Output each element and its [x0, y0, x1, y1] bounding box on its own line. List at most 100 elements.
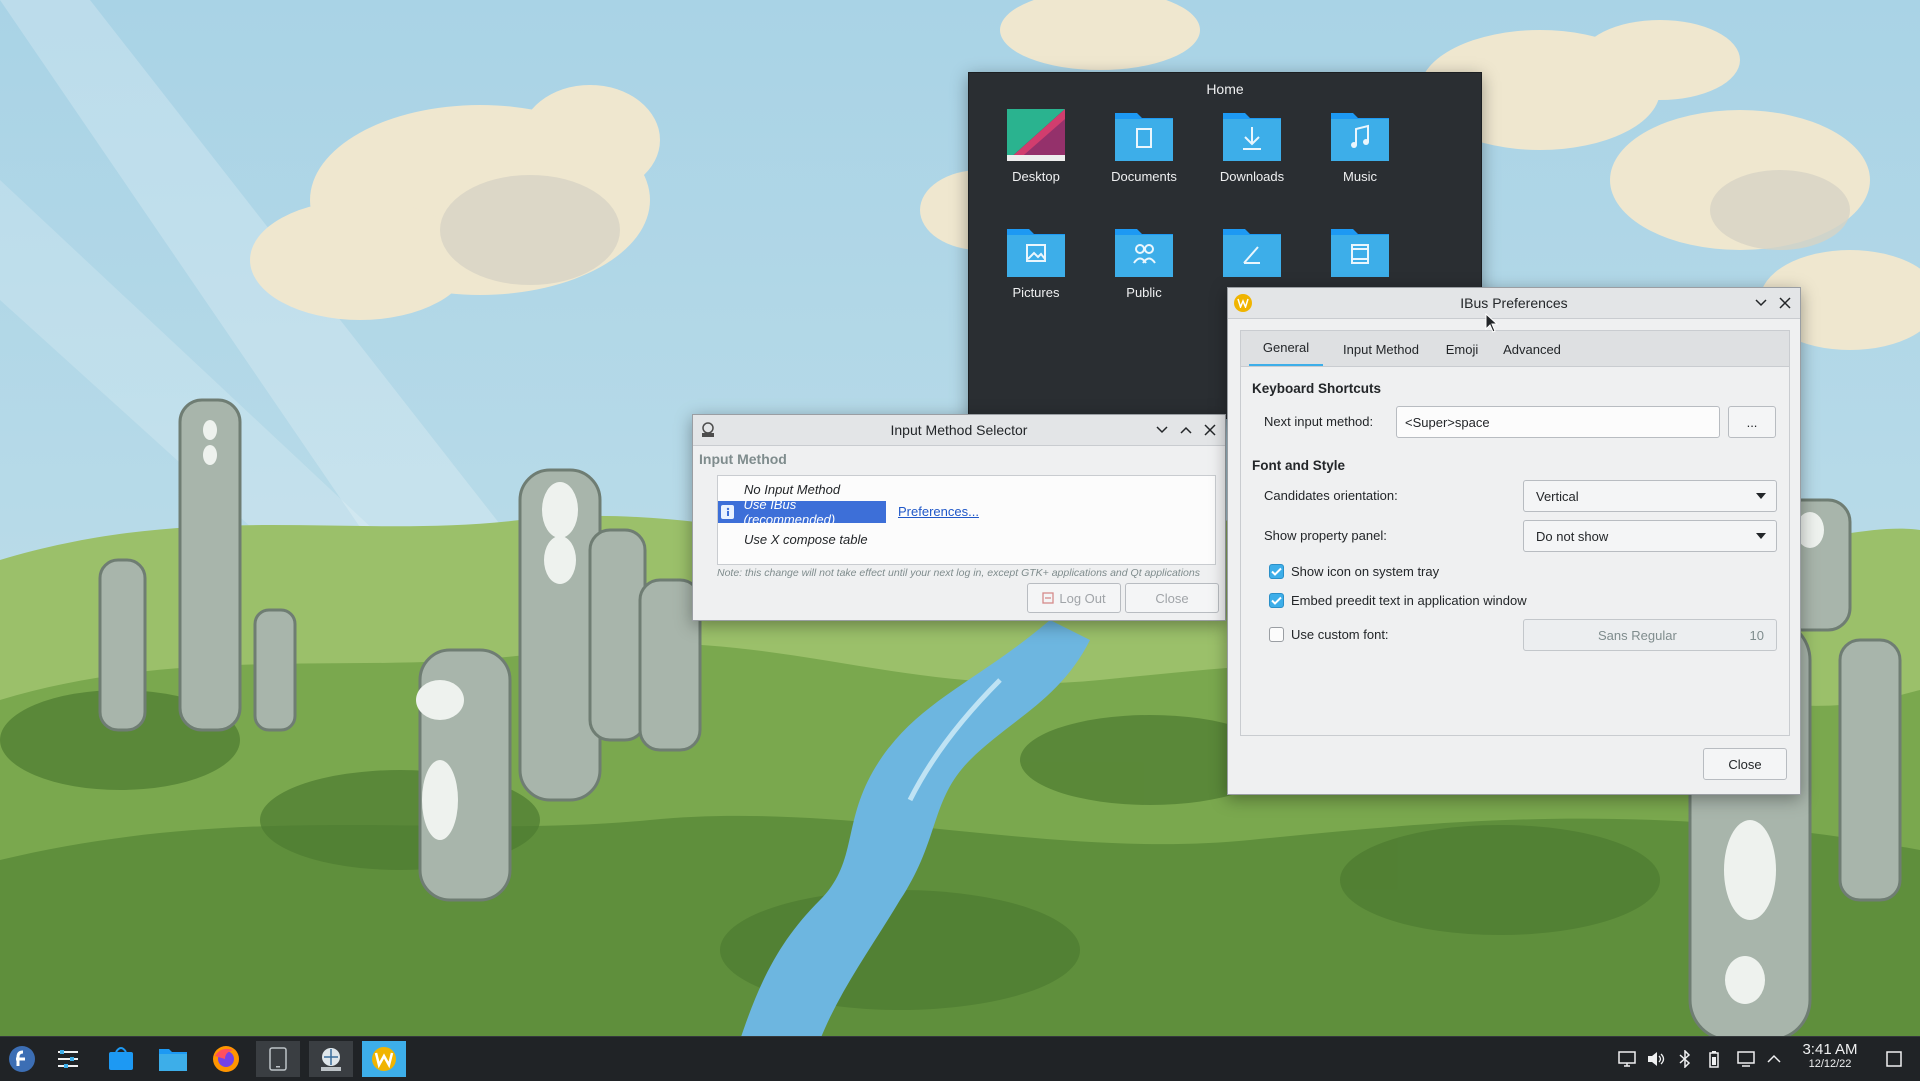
videos-folder-icon	[1331, 225, 1389, 277]
next-input-field[interactable]: <Super>space	[1396, 406, 1720, 438]
font-style-heading: Font and Style	[1252, 458, 1346, 473]
ibus-titlebar[interactable]: IBus Preferences	[1228, 288, 1800, 319]
option-no-input-method[interactable]: No Input Method	[744, 482, 840, 497]
display-tray-button[interactable]	[1617, 1049, 1637, 1069]
close-window-button[interactable]	[1776, 294, 1794, 312]
logout-button[interactable]: Log Out	[1027, 583, 1121, 613]
property-panel-select[interactable]: Do not show	[1523, 520, 1777, 552]
tray-expand-button[interactable]	[1764, 1049, 1784, 1069]
terminal-task-button[interactable]	[256, 1041, 300, 1077]
show-desktop-icon	[1886, 1051, 1902, 1067]
volume-tray-button[interactable]	[1646, 1049, 1666, 1069]
keyboard-shortcuts-heading: Keyboard Shortcuts	[1252, 381, 1382, 396]
show-icon-row[interactable]: Show icon on system tray	[1269, 564, 1439, 579]
folder-label: Desktop	[1012, 169, 1060, 184]
checkmark-icon	[1271, 596, 1282, 605]
show-desktop-button[interactable]	[1884, 1049, 1904, 1069]
preferences-link[interactable]: Preferences...	[898, 504, 979, 519]
templates-folder-icon	[1223, 225, 1281, 277]
close-icon	[1204, 424, 1216, 436]
info-icon	[721, 505, 735, 519]
chevron-up-icon	[1767, 1054, 1781, 1063]
ims-section-label: Input Method	[699, 451, 787, 467]
folder-downloads[interactable]: Downloads	[1198, 109, 1306, 184]
font-chooser-button[interactable]: Sans Regular 10	[1523, 619, 1777, 651]
fedora-icon	[9, 1046, 35, 1072]
close-icon	[1779, 297, 1791, 309]
folder-pictures[interactable]: Pictures	[982, 225, 1090, 300]
folder-documents[interactable]: Documents	[1090, 109, 1198, 184]
ibus-preferences-window: IBus Preferences General Input Method Em…	[1227, 287, 1801, 795]
tab-emoji[interactable]: Emoji	[1437, 331, 1487, 367]
firefox-icon	[213, 1046, 239, 1072]
ibus-app-icon	[1234, 294, 1252, 312]
tab-label: General	[1262, 340, 1310, 355]
browse-shortcut-button[interactable]: ...	[1728, 406, 1776, 438]
input-method-selector-window: Input Method Selector Input Method No In…	[692, 414, 1226, 621]
candidates-orientation-label: Candidates orientation:	[1264, 488, 1398, 503]
desktop-folder-icon	[1007, 109, 1065, 161]
minimize-button[interactable]	[1752, 294, 1770, 312]
combo-value: Vertical	[1536, 488, 1579, 504]
volume-icon	[1648, 1052, 1665, 1066]
logout-label: Log Out	[1059, 590, 1106, 606]
tab-label: Advanced	[1503, 341, 1561, 357]
digital-clock[interactable]: 3:41 AM 12/12/22	[1790, 1041, 1870, 1070]
custom-font-row[interactable]: Use custom font:	[1269, 627, 1389, 642]
downloads-folder-icon	[1223, 109, 1281, 161]
close-window-button[interactable]	[1201, 421, 1219, 439]
combo-value: Do not show	[1536, 528, 1609, 544]
embed-preedit-label: Embed preedit text in application window	[1291, 593, 1527, 608]
folder-desktop[interactable]: Desktop	[982, 109, 1090, 184]
ims-titlebar[interactable]: Input Method Selector	[693, 415, 1225, 446]
ibus-task-button[interactable]	[362, 1041, 406, 1077]
embed-preedit-row[interactable]: Embed preedit text in application window	[1269, 593, 1527, 608]
embed-preedit-checkbox[interactable]	[1269, 593, 1284, 608]
option-label: Use IBus (recommended)	[743, 497, 836, 527]
display-icon	[1618, 1051, 1636, 1067]
tab-advanced[interactable]: Advanced	[1495, 331, 1569, 367]
dolphin-button[interactable]	[151, 1041, 195, 1077]
taskbar: 3:41 AM 12/12/22	[0, 1036, 1920, 1081]
property-panel-label: Show property panel:	[1264, 528, 1387, 543]
ibus-icon	[372, 1047, 396, 1071]
maximize-button[interactable]	[1177, 421, 1195, 439]
folder-label: Downloads	[1219, 169, 1285, 184]
discover-button[interactable]	[99, 1041, 143, 1077]
show-icon-checkbox[interactable]	[1269, 564, 1284, 579]
public-folder-icon	[1115, 225, 1173, 277]
network-tray-button[interactable]	[1736, 1049, 1756, 1069]
custom-font-checkbox[interactable]	[1269, 627, 1284, 642]
clock-date: 12/12/22	[1808, 1058, 1852, 1070]
tab-input-method[interactable]: Input Method	[1331, 331, 1431, 367]
home-window-title: Home	[1206, 81, 1244, 97]
input-method-task-button[interactable]	[309, 1041, 353, 1077]
folder-public[interactable]: Public	[1090, 225, 1198, 300]
battery-icon	[1709, 1051, 1719, 1068]
minimize-button[interactable]	[1153, 421, 1171, 439]
folder-label: Documents	[1111, 169, 1177, 184]
tab-general[interactable]: General	[1249, 331, 1323, 367]
chevron-down-icon	[1156, 426, 1168, 434]
folder-music[interactable]: Music	[1306, 109, 1414, 184]
checkmark-icon	[1271, 567, 1282, 576]
dropdown-arrow-icon	[1756, 533, 1766, 539]
option-use-x-compose[interactable]: Use X compose table	[744, 532, 868, 547]
battery-tray-button[interactable]	[1704, 1049, 1724, 1069]
task-manager-button[interactable]	[46, 1041, 90, 1077]
candidates-orientation-select[interactable]: Vertical	[1523, 480, 1777, 512]
bluetooth-tray-button[interactable]	[1675, 1049, 1695, 1069]
folder-label: Pictures	[1012, 285, 1060, 300]
folder-label: Music	[1343, 169, 1377, 184]
ibus-close-button[interactable]: Close	[1703, 748, 1787, 780]
app-launcher-button[interactable]	[0, 1041, 44, 1077]
folder-videos[interactable]	[1306, 225, 1414, 285]
firefox-button[interactable]	[204, 1041, 248, 1077]
option-use-ibus[interactable]: Use IBus (recommended)	[718, 497, 886, 527]
next-input-label: Next input method:	[1264, 414, 1374, 429]
pictures-folder-icon	[1007, 225, 1065, 277]
chevron-down-icon	[1755, 299, 1767, 307]
folder-label: Public	[1126, 285, 1162, 300]
bluetooth-icon	[1679, 1050, 1691, 1068]
ims-close-button[interactable]: Close	[1125, 583, 1219, 613]
